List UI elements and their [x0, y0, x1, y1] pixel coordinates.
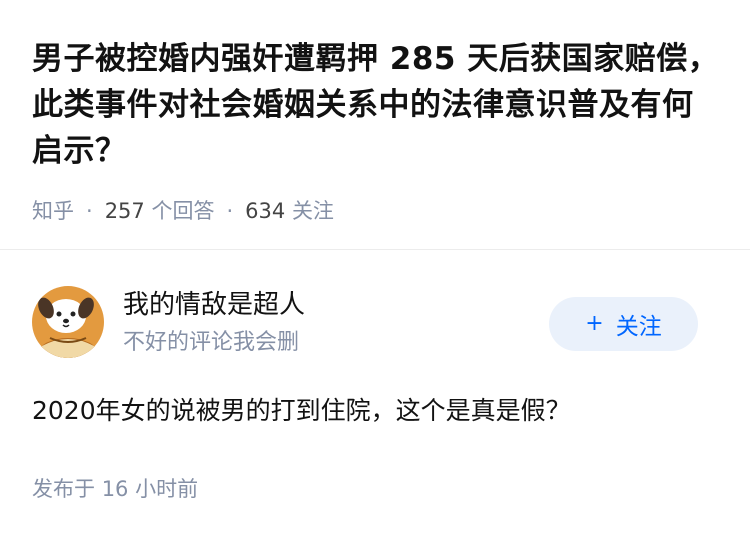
- answer-publish-time: 发布于 16 小时前: [32, 474, 198, 504]
- plus-icon: +: [585, 311, 604, 336]
- answer-card: 我的情敌是超人 不好的评论我会删 + 关注 2020年女的说被男的打到住院，这个…: [0, 250, 750, 540]
- publish-label: 发布于: [32, 477, 95, 501]
- follow-count-label[interactable]: 关注: [292, 199, 334, 223]
- author-name[interactable]: 我的情敌是超人: [123, 288, 305, 322]
- answer-content[interactable]: 2020年女的说被男的打到住院，这个是真是假？: [32, 392, 722, 430]
- answer-count[interactable]: 257: [105, 199, 145, 223]
- question-header: 男子被控婚内强奸遭羁押 285 天后获国家赔偿，此类事件对社会婚姻关系中的法律意…: [0, 0, 750, 248]
- source-label: 知乎: [32, 199, 74, 223]
- author-avatar[interactable]: [32, 286, 104, 358]
- question-title[interactable]: 男子被控婚内强奸遭羁押 285 天后获国家赔偿，此类事件对社会婚姻关系中的法律意…: [32, 36, 722, 174]
- question-meta: 知乎 · 257 个回答 · 634 关注: [32, 196, 334, 226]
- answer-count-label[interactable]: 个回答: [151, 199, 214, 223]
- meta-separator: ·: [86, 199, 93, 223]
- follow-button-label: 关注: [615, 314, 662, 340]
- cartoon-dog-avatar-icon: [32, 286, 104, 358]
- author-bio: 不好的评论我会删: [123, 330, 300, 355]
- meta-separator: ·: [226, 199, 234, 223]
- follow-count[interactable]: 634: [245, 199, 285, 223]
- publish-time: 16 小时前: [101, 477, 199, 501]
- follow-author-button[interactable]: + 关注: [549, 297, 698, 351]
